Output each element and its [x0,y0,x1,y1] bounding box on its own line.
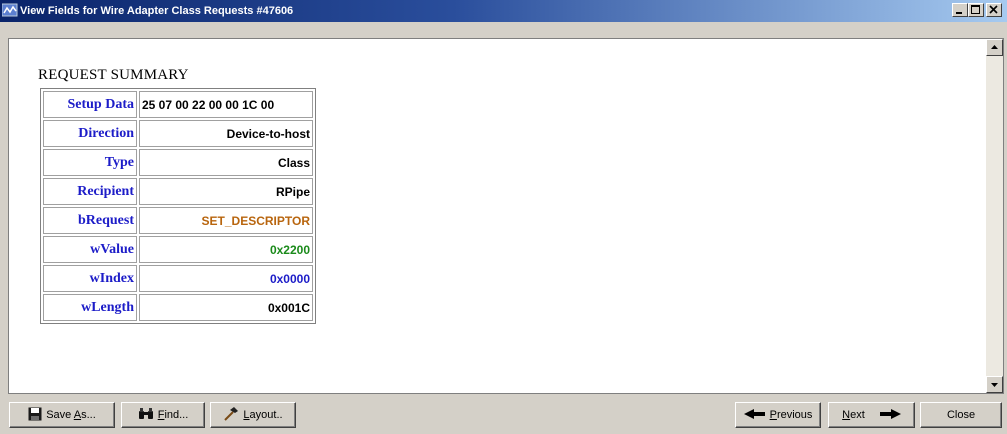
scroll-down-button[interactable] [986,376,1003,393]
field-label: Setup Data [43,91,137,118]
field-value: 0x001C [139,294,313,321]
previous-label: Previous [769,409,813,421]
minimize-icon [956,12,962,14]
field-value: RPipe [139,178,313,205]
vertical-scrollbar[interactable] [986,39,1003,393]
content-panel[interactable]: REQUEST SUMMARY Setup Data 25 07 00 22 00… [8,38,1004,394]
field-label: Direction [43,120,137,147]
floppy-disk-icon [28,407,42,424]
field-value: 0x0000 [139,265,313,292]
hammer-icon [223,406,239,424]
close-icon [989,5,998,14]
summary-heading: REQUEST SUMMARY [38,67,189,83]
previous-button[interactable]: Previous [735,402,821,428]
close-label: Close [946,409,976,421]
save-as-button[interactable]: Save As... [9,402,115,428]
table-row: Direction Device-to-host [43,120,313,147]
field-value: Class [139,149,313,176]
table-row: wIndex 0x0000 [43,265,313,292]
table-row: wLength 0x001C [43,294,313,321]
table-row: Setup Data 25 07 00 22 00 00 1C 00 [43,91,313,118]
request-summary-table: Setup Data 25 07 00 22 00 00 1C 00 Directi… [40,88,316,324]
field-label: bRequest [43,207,137,234]
title-bar: View Fields for Wire Adapter Class Reque… [0,0,1007,22]
layout-button[interactable]: Layout.. [210,402,296,428]
window-title: View Fields for Wire Adapter Class Reque… [20,5,294,17]
table-row: wValue 0x2200 [43,236,313,263]
arrow-up-icon [991,45,998,49]
field-value: 25 07 00 22 00 00 1C 00 [139,91,313,118]
maximize-button[interactable] [968,3,984,17]
arrow-down-icon [991,383,998,387]
field-label: wValue [43,236,137,263]
table-row: Recipient RPipe [43,178,313,205]
find-button[interactable]: Find... [121,402,205,428]
save-as-label: Save As... [46,409,96,421]
table-row: Type Class [43,149,313,176]
close-window-button[interactable] [986,3,1002,17]
field-value: 0x2200 [139,236,313,263]
close-button[interactable]: Close [920,402,1002,428]
next-button[interactable]: Next [828,402,915,428]
find-label: Find... [157,409,189,421]
layout-label: Layout.. [243,409,283,421]
app-icon [1,3,18,19]
scroll-up-button[interactable] [986,39,1003,56]
arrow-left-icon [743,408,766,423]
button-bar: Save As... Find... Layout.. Previous Nex… [0,398,1007,434]
arrow-right-icon [879,408,901,423]
field-label: Recipient [43,178,137,205]
next-label: Next [842,409,865,421]
binoculars-icon [138,407,154,423]
field-label: wIndex [43,265,137,292]
maximize-icon [971,5,980,14]
field-label: wLength [43,294,137,321]
field-value: Device-to-host [139,120,313,147]
field-value: SET_DESCRIPTOR [139,207,313,234]
minimize-button[interactable] [952,3,968,17]
field-label: Type [43,149,137,176]
table-row: bRequest SET_DESCRIPTOR [43,207,313,234]
